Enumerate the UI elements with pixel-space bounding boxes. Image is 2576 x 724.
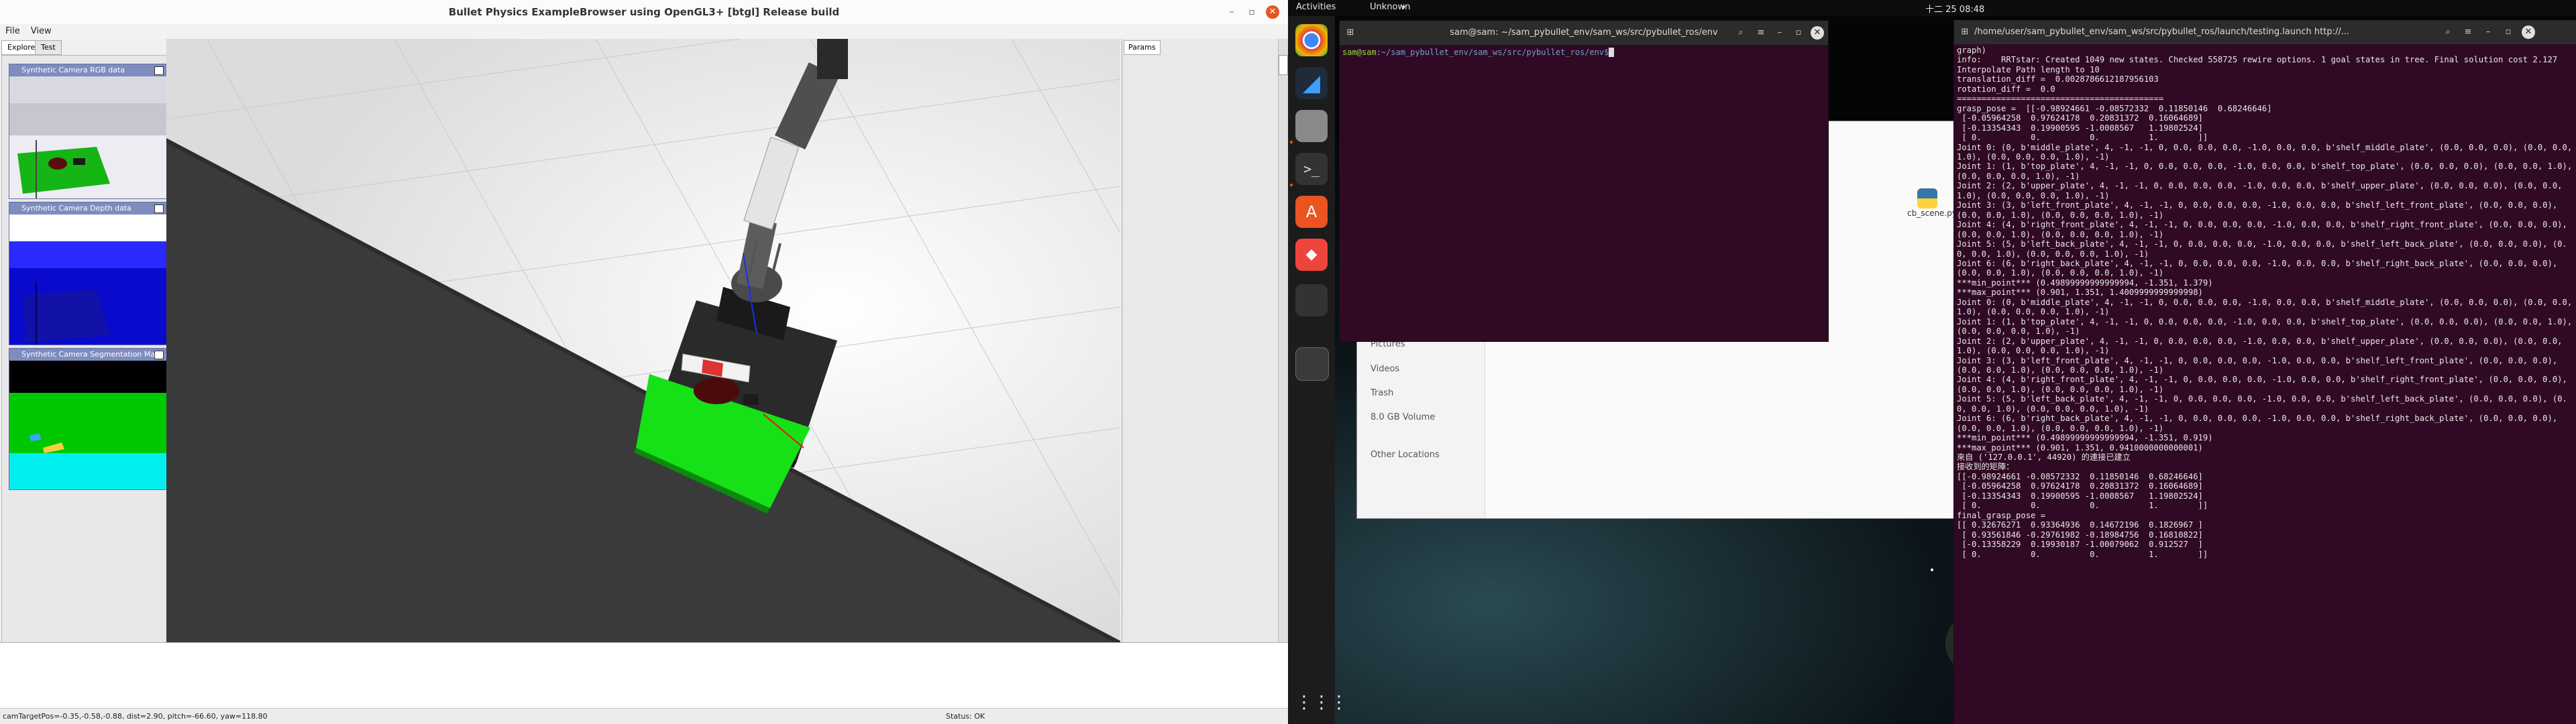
status-bar: camTargetPos=-0.35,-0.58,-0.88, dist=2.9… (0, 708, 1288, 724)
python-file-icon (1917, 188, 1937, 208)
file-name: cb_scene.py (1907, 208, 1957, 218)
terminal-titlebar[interactable]: ⊞ sam@sam: ~/sam_pybullet_env/sam_ws/src… (1340, 21, 1828, 45)
terminal-icon[interactable]: >_ (1295, 153, 1328, 185)
segmentation-preview-image (9, 361, 168, 489)
tab-params[interactable]: Params (1124, 40, 1161, 55)
explorer-tabs: Explorer Test (0, 39, 168, 55)
usb-drive-icon[interactable] (1295, 284, 1328, 316)
params-panel: Params (1122, 39, 1288, 642)
rgb-viewport[interactable]: Synthetic Camera RGB data (9, 64, 168, 199)
prompt-path: :~/sam_pybullet_env/sam_ws/src/pybullet_… (1376, 48, 1609, 57)
status-text: Status: OK (946, 712, 985, 721)
terminal-titlebar[interactable]: ⊞ /home/user/sam_pybullet_env/sam_ws/src… (1954, 20, 2576, 44)
gnome-top-bar: Activities Unknown ▾ 十二 25 08:48 (1288, 0, 2576, 16)
chevron-down-icon: ▾ (1402, 4, 1406, 11)
depth-viewport-title-text: Synthetic Camera Depth data (21, 204, 131, 213)
sidebar-item-videos[interactable]: Videos (1371, 364, 1399, 374)
maximize-icon[interactable] (154, 66, 164, 75)
search-icon[interactable]: ⌕ (2441, 25, 2455, 39)
maximize-icon[interactable]: ▫ (2502, 25, 2515, 39)
tab-test[interactable]: Test (35, 40, 62, 55)
rgb-preview-image (9, 76, 168, 198)
terminal-prompt: sam@sam:~/sam_pybullet_env/sam_ws/src/py… (1342, 48, 1614, 57)
close-icon[interactable]: ✕ (1266, 5, 1279, 19)
rgb-viewport-title: Synthetic Camera RGB data (9, 64, 168, 76)
rgb-viewport-title-text: Synthetic Camera RGB data (21, 66, 125, 74)
depth-preview-image (9, 215, 168, 345)
search-icon[interactable]: ⌕ (1734, 26, 1748, 40)
bullet-window: Bullet Physics ExampleBrowser using Open… (0, 0, 1288, 724)
software-store-icon[interactable]: A (1295, 196, 1328, 228)
clock[interactable]: 十二 25 08:48 (1925, 2, 1984, 15)
file-item[interactable]: cb_scene.py (1907, 188, 1957, 218)
maximize-icon[interactable]: ▫ (1792, 26, 1805, 40)
bullet-window-title: Bullet Physics ExampleBrowser using Open… (448, 6, 840, 18)
terminal-title: /home/user/sam_pybullet_env/sam_ws/src/p… (1974, 27, 2350, 37)
depth-viewport-title: Synthetic Camera Depth data (9, 202, 168, 215)
params-scrollbar-thumb[interactable] (1279, 55, 1288, 75)
sidebar-item-trash[interactable]: Trash (1371, 388, 1393, 398)
vscode-icon[interactable]: ◢ (1295, 67, 1328, 99)
terminal-window-small[interactable]: ⊞ sam@sam: ~/sam_pybullet_env/sam_ws/src… (1339, 20, 1829, 342)
camera-status-text: camTargetPos=-0.35,-0.58,-0.88, dist=2.9… (3, 712, 268, 721)
chrome-icon[interactable] (1295, 24, 1328, 56)
3d-scene-viewport[interactable] (166, 39, 1120, 642)
depth-viewport[interactable]: Synthetic Camera Depth data (9, 202, 168, 345)
running-indicator (1290, 141, 1293, 143)
prompt-user: sam@sam (1342, 48, 1377, 57)
bullet-titlebar[interactable]: Bullet Physics ExampleBrowser using Open… (0, 0, 1288, 25)
anydesk-icon[interactable]: ◆ (1295, 239, 1328, 271)
dock: ◢ >_ A ◆ ⋮⋮⋮ (1288, 16, 1348, 724)
hamburger-menu-icon[interactable]: ≡ (1754, 26, 1768, 40)
segmentation-viewport-title-text: Synthetic Camera Segmentation Mask (21, 350, 164, 359)
app-grid-icon[interactable]: ⋮⋮⋮ (1295, 686, 1348, 719)
new-tab-icon[interactable]: ⊞ (1958, 25, 1972, 39)
params-scrollbar[interactable] (1278, 39, 1288, 642)
menu-file[interactable]: File (0, 24, 25, 38)
restore-icon[interactable]: ▫ (1245, 5, 1258, 19)
running-indicator (1290, 184, 1293, 186)
segmentation-viewport[interactable]: Synthetic Camera Segmentation Mask (9, 348, 168, 490)
close-icon[interactable]: ✕ (2522, 25, 2535, 39)
maximize-icon[interactable] (154, 204, 164, 213)
sidebar-item-volume[interactable]: 8.0 GB Volume (1371, 412, 1435, 422)
terminal-output: graph) info: RRTstar: Created 1049 new s… (1957, 46, 2573, 559)
console-output[interactable] (0, 642, 1288, 709)
close-icon[interactable]: ✕ (1811, 26, 1824, 40)
terminal-window-large[interactable]: ⊞ /home/user/sam_pybullet_env/sam_ws/src… (1953, 20, 2576, 724)
minimize-icon[interactable]: – (1773, 26, 1786, 40)
minimize-icon[interactable]: – (1225, 5, 1238, 19)
files-icon[interactable] (1295, 110, 1328, 142)
menu-view[interactable]: View (25, 24, 57, 38)
maximize-icon[interactable] (154, 351, 164, 359)
unknown-app-icon[interactable] (1295, 347, 1329, 381)
hamburger-menu-icon[interactable]: ≡ (2461, 25, 2475, 39)
menu-bar: File View (0, 24, 1288, 39)
minimize-icon[interactable]: – (2481, 25, 2495, 39)
simulation-render (166, 39, 1120, 642)
synthetic-camera-panel: Synthetic Camera RGB data Synthetic Came… (1, 55, 168, 644)
segmentation-viewport-title: Synthetic Camera Segmentation Mask (9, 349, 168, 361)
sidebar-item-other-locations[interactable]: Other Locations (1371, 450, 1440, 460)
activities-button[interactable]: Activities (1296, 2, 1336, 12)
